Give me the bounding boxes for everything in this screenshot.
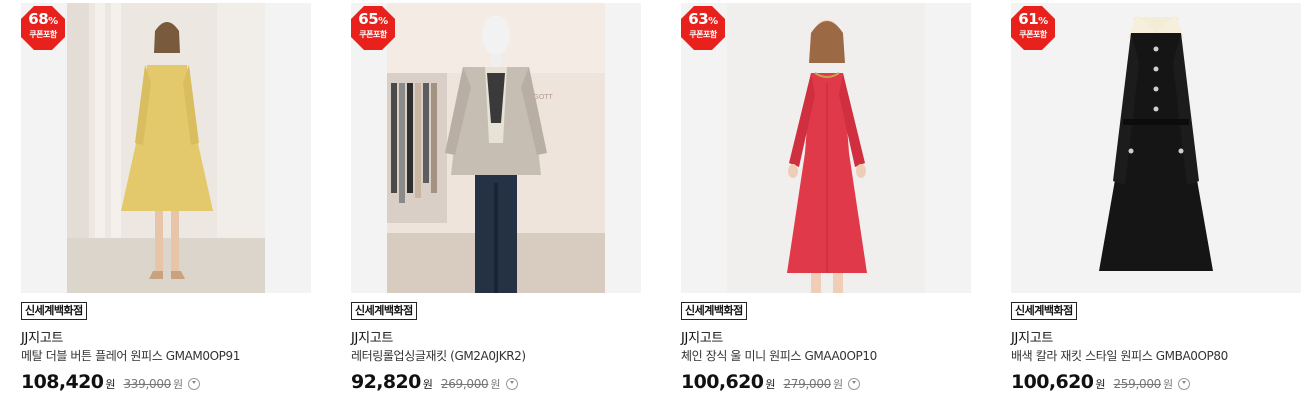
sale-currency: 원 xyxy=(1095,377,1106,391)
store-tag: 신세계백화점 xyxy=(21,302,87,320)
product-card[interactable]: 68% 쿠폰포함 신세계백화점 JJ지고트 메탈 더블 버튼 플레어 원피스 G… xyxy=(21,3,311,394)
brand-name[interactable]: JJ지고트 xyxy=(1011,330,1301,347)
original-price: 269,000 xyxy=(440,376,489,391)
black-collar-dress-photo xyxy=(1057,3,1255,293)
product-thumbnail[interactable]: 63% 쿠폰포함 xyxy=(681,3,971,293)
discount-value: 65 xyxy=(358,10,379,28)
coupon-label: 쿠폰포함 xyxy=(359,30,387,39)
product-title[interactable]: 체인 장식 울 미니 원피스 GMAA0OP10 xyxy=(681,348,971,364)
sale-price: 108,420 xyxy=(21,371,104,393)
discount-badge: 61% 쿠폰포함 xyxy=(1011,5,1056,51)
coupon-label: 쿠폰포함 xyxy=(29,30,57,39)
original-currency: 원 xyxy=(1163,377,1174,391)
chevron-down-circle-icon[interactable] xyxy=(505,377,518,390)
brand-name[interactable]: JJ지고트 xyxy=(681,330,971,347)
discount-value: 68 xyxy=(28,10,49,28)
product-thumbnail[interactable]: 65% 쿠폰포함 JJ JIGOTT xyxy=(351,3,641,293)
product-card[interactable]: 65% 쿠폰포함 JJ JIGOTT 신세계백화점 JJ지고트 레터링롤업싱글재… xyxy=(351,3,641,394)
product-title[interactable]: 레터링롤업싱글재킷 (GM2A0JKR2) xyxy=(351,348,641,364)
original-price: 259,000 xyxy=(1113,376,1161,391)
price-row: 108,420 원 339,000 원 xyxy=(21,370,311,394)
mannequin-jacket-photo: JJ JIGOTT xyxy=(387,3,605,293)
price-row: 100,620 원 259,000 원 xyxy=(1011,370,1301,394)
product-grid: 68% 쿠폰포함 신세계백화점 JJ지고트 메탈 더블 버튼 플레어 원피스 G… xyxy=(0,0,1304,411)
original-currency: 원 xyxy=(833,377,844,391)
sale-price: 100,620 xyxy=(681,371,764,393)
discount-badge: 63% 쿠폰포함 xyxy=(681,5,726,51)
discount-badge: 65% 쿠폰포함 xyxy=(351,5,396,51)
store-tag: 신세계백화점 xyxy=(681,302,747,320)
sale-price: 100,620 xyxy=(1011,371,1094,393)
original-price: 279,000 xyxy=(783,376,831,391)
product-title[interactable]: 메탈 더블 버튼 플레어 원피스 GMAM0OP91 xyxy=(21,348,311,364)
product-title[interactable]: 배색 칼라 재킷 스타일 원피스 GMBA0OP80 xyxy=(1011,348,1301,364)
price-row: 92,820 원 269,000 원 xyxy=(351,370,641,394)
original-price: 339,000 xyxy=(123,376,171,391)
product-card[interactable]: 63% 쿠폰포함 신세계백화점 JJ지고트 체인 장식 울 미니 원피스 GMA… xyxy=(681,3,971,394)
coupon-label: 쿠폰포함 xyxy=(1019,30,1047,39)
discount-percent: % xyxy=(378,16,388,27)
chevron-down-circle-icon[interactable] xyxy=(848,377,861,390)
store-tag: 신세계백화점 xyxy=(1011,302,1077,320)
sale-currency: 원 xyxy=(422,377,433,391)
discount-percent: % xyxy=(1038,16,1048,27)
sale-currency: 원 xyxy=(765,377,776,391)
discount-value: 63 xyxy=(688,10,709,28)
original-currency: 원 xyxy=(490,377,501,391)
price-row: 100,620 원 279,000 원 xyxy=(681,370,971,394)
chevron-down-circle-icon[interactable] xyxy=(1178,377,1191,390)
product-thumbnail[interactable]: 61% 쿠폰포함 xyxy=(1011,3,1301,293)
coupon-label: 쿠폰포함 xyxy=(689,30,717,39)
sale-currency: 원 xyxy=(105,377,116,391)
product-card[interactable]: 61% 쿠폰포함 신세계백화점 JJ지고트 배색 칼라 재킷 스타일 원피스 G… xyxy=(1011,3,1301,394)
brand-name[interactable]: JJ지고트 xyxy=(351,330,641,347)
yellow-tweed-dress-photo xyxy=(67,3,265,293)
store-tag: 신세계백화점 xyxy=(351,302,417,320)
discount-value: 61 xyxy=(1018,10,1039,28)
brand-name[interactable]: JJ지고트 xyxy=(21,330,311,347)
discount-percent: % xyxy=(48,16,58,27)
product-thumbnail[interactable]: 68% 쿠폰포함 xyxy=(21,3,311,293)
chevron-down-circle-icon[interactable] xyxy=(188,377,201,390)
sale-price: 92,820 xyxy=(351,371,421,393)
discount-badge: 68% 쿠폰포함 xyxy=(21,5,66,51)
red-wool-dress-photo xyxy=(727,3,925,293)
discount-percent: % xyxy=(708,16,718,27)
original-currency: 원 xyxy=(173,377,184,391)
